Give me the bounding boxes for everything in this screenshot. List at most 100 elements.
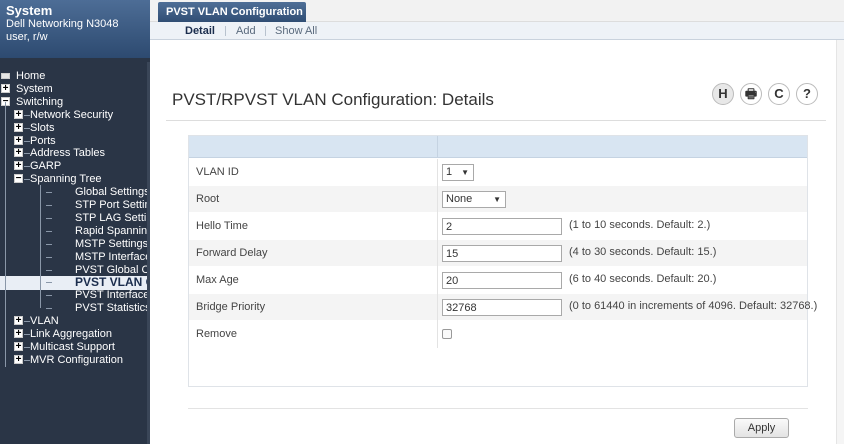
expand-icon[interactable]: + (14, 109, 23, 119)
home-icon (1, 73, 10, 79)
sidebar-item-label: Slots (30, 121, 55, 134)
sidebar-item-rapid-spanning-tree[interactable]: Rapid Spanning Tree (0, 225, 148, 237)
sidebar-item-multicast-support[interactable]: + Multicast Support (0, 341, 148, 353)
expand-icon[interactable]: + (14, 341, 23, 351)
tree-guide (40, 185, 41, 309)
sidebar-item-label: MSTP Settings (75, 237, 148, 250)
help-icon[interactable]: ? (796, 83, 818, 105)
tab-pvst-vlan-configuration[interactable]: PVST VLAN Configuration (158, 2, 306, 24)
subtab-bar: Detail Add Show All (150, 22, 844, 40)
sidebar-item-vlan[interactable]: + VLAN (0, 315, 148, 327)
sidebar-item-network-security[interactable]: + Network Security (0, 109, 148, 121)
sidebar-item-stp-lag-settings[interactable]: STP LAG Settings (0, 212, 148, 224)
tree-connector (46, 256, 52, 258)
sidebar-item-address-tables[interactable]: + Address Tables (0, 147, 148, 159)
expand-icon[interactable]: + (14, 148, 23, 158)
print-icon[interactable]: 🖶 (740, 83, 762, 105)
sidebar-item-pvst-statistics[interactable]: PVST Statistics (0, 302, 148, 314)
row-root: Root None ▼ (189, 186, 807, 213)
sidebar-item-label: STP LAG Settings (75, 211, 148, 224)
sidebar-item-slots[interactable]: + Slots (0, 122, 148, 134)
chevron-down-icon: ▼ (461, 168, 469, 177)
expand-icon[interactable]: + (1, 83, 10, 93)
expand-icon[interactable]: + (14, 122, 23, 132)
tree-connector (46, 295, 52, 297)
sidebar-item-label: STP Port Settings (75, 199, 148, 211)
sidebar-item-spanning-tree[interactable]: − Spanning Tree (0, 173, 148, 185)
column-divider (437, 136, 438, 158)
save-icon[interactable]: H (712, 83, 734, 105)
page-title: PVST/RPVST VLAN Configuration: Details (172, 90, 494, 109)
expand-icon[interactable]: + (14, 161, 23, 171)
forward-delay-label: Forward Delay (196, 247, 268, 259)
sidebar-item-label: System (16, 82, 53, 95)
remove-label: Remove (196, 328, 237, 340)
sidebar-item-stp-port-settings[interactable]: STP Port Settings (0, 199, 148, 211)
subtab-add[interactable]: Add (236, 24, 256, 38)
sidebar-item-link-aggregation[interactable]: + Link Aggregation (0, 328, 148, 340)
main-content: PVST/RPVST VLAN Configuration: Details H… (150, 40, 836, 444)
column-divider (437, 321, 438, 348)
column-divider (437, 294, 438, 321)
sidebar-item-mstp-interface-settings[interactable]: MSTP Interface Settings (0, 251, 148, 263)
hello-time-hint: (1 to 10 seconds. Default: 2.) (569, 219, 711, 231)
sidebar-item-global-settings[interactable]: Global Settings (0, 186, 148, 198)
sidebar-item-switching[interactable]: −Switching (0, 96, 148, 108)
sidebar-item-label: PVST Interface Configuration (75, 289, 148, 302)
sidebar-item-label: Home (16, 70, 46, 82)
apply-button[interactable]: Apply (734, 418, 789, 438)
vlan-id-select[interactable]: 1 ▼ (442, 164, 474, 181)
root-select[interactable]: None ▼ (442, 191, 506, 208)
forward-delay-input[interactable] (442, 245, 562, 262)
max-age-hint: (6 to 40 seconds. Default: 20.) (569, 273, 717, 285)
vlan-id-value: 1 (446, 166, 453, 178)
expand-icon[interactable]: + (14, 135, 23, 145)
sidebar-item-system[interactable]: + System (0, 83, 148, 95)
expand-icon[interactable]: + (14, 316, 23, 326)
tree-connector (46, 282, 52, 284)
row-bridge-priority: Bridge Priority (0 to 61440 in increment… (189, 294, 817, 321)
sidebar-item-label: Network Security (30, 108, 114, 121)
device-name: Dell Networking N3048 (6, 18, 119, 30)
sidebar-item-pvst-vlan-configuration[interactable]: PVST VLAN Configuration (0, 276, 148, 291)
remove-checkbox[interactable] (442, 329, 452, 339)
tree-guide (5, 102, 6, 367)
hello-time-input[interactable] (442, 218, 562, 235)
sidebar-item-label: PVST VLAN Configuration (75, 276, 148, 290)
tree-connector (46, 205, 52, 206)
sidebar-item-home[interactable]: Home (0, 70, 148, 82)
refresh-icon[interactable]: C (768, 83, 790, 105)
column-divider (437, 186, 438, 213)
sidebar: System Dell Networking N3048 user, r/w H… (0, 0, 150, 444)
forward-delay-hint: (4 to 30 seconds. Default: 15.) (569, 246, 717, 258)
subtab-show-all[interactable]: Show All (275, 24, 317, 38)
sidebar-item-garp[interactable]: + GARP (0, 160, 148, 172)
row-forward-delay: Forward Delay (4 to 30 seconds. Default:… (189, 240, 807, 267)
sidebar-item-ports[interactable]: + Ports (0, 135, 148, 147)
tree-connector (46, 192, 52, 194)
max-age-input[interactable] (442, 272, 562, 289)
sidebar-item-label: Spanning Tree (30, 173, 102, 186)
sidebar-item-pvst-global-configuration[interactable]: PVST Global Configuration (0, 264, 148, 276)
column-divider (437, 213, 438, 240)
vlan-id-label: VLAN ID (196, 166, 239, 178)
sidebar-item-mvr-configuration[interactable]: + MVR Configuration (0, 354, 148, 366)
row-hello-time: Hello Time (1 to 10 seconds. Default: 2.… (189, 213, 807, 240)
form-table: VLAN ID 1 ▼ Root None ▼ Hello Time (1 to… (188, 135, 817, 387)
subtab-detail[interactable]: Detail (185, 24, 215, 38)
expand-icon[interactable]: + (14, 354, 23, 364)
bridge-priority-input[interactable] (442, 299, 562, 316)
collapse-icon[interactable]: − (14, 174, 23, 184)
expand-icon[interactable]: + (14, 329, 23, 339)
sidebar-item-pvst-interface-configuration[interactable]: PVST Interface Configuration (0, 289, 148, 301)
subtab-separator (225, 26, 226, 36)
bridge-priority-label: Bridge Priority (196, 301, 266, 313)
sidebar-item-mstp-settings[interactable]: MSTP Settings (0, 238, 148, 250)
content-scrollbar[interactable] (836, 40, 844, 444)
footer-divider (188, 408, 808, 409)
sidebar-item-label: PVST Statistics (75, 302, 148, 315)
sidebar-item-label: Multicast Support (30, 340, 115, 353)
column-divider (437, 159, 438, 186)
sidebar-item-label: Global Settings (75, 186, 148, 199)
tree-connector (46, 243, 52, 245)
